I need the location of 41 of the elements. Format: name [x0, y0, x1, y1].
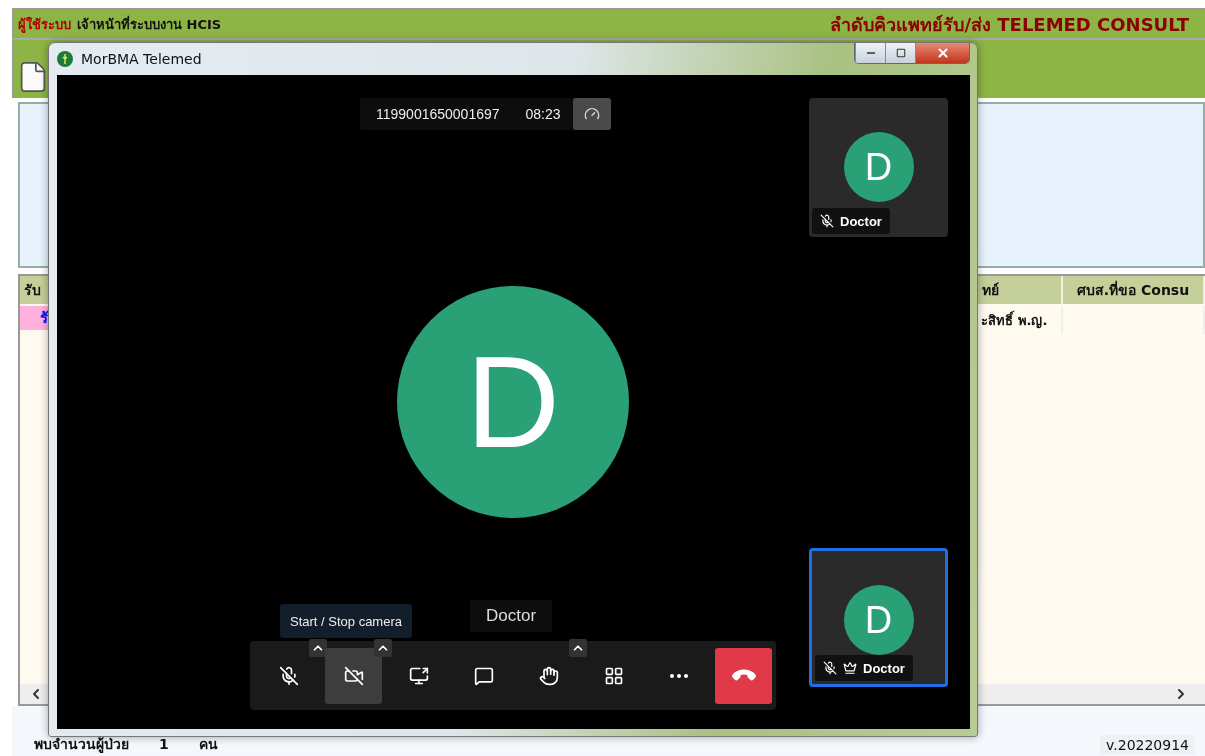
call-timer: 08:23: [525, 106, 561, 122]
participant-name: Doctor: [863, 660, 905, 676]
tooltip: Start / Stop camera: [280, 604, 412, 638]
connection-quality-button[interactable]: [572, 98, 611, 130]
maximize-button[interactable]: [885, 43, 915, 63]
close-icon: [935, 46, 950, 60]
user-label: ผู้ใช้ระบบ: [18, 16, 71, 32]
app-logo-icon: [57, 51, 73, 67]
camera-button[interactable]: [325, 647, 382, 704]
column-header: ศบส.ที่ขอ Consu: [1063, 276, 1205, 304]
screen-share-icon: [408, 665, 429, 686]
table-cell: รั: [20, 306, 50, 330]
count-unit: คน: [198, 736, 218, 752]
mic-off-icon: [278, 665, 299, 686]
participant-tile[interactable]: D Doctor: [809, 548, 948, 687]
window-title: MorBMA Telemed: [81, 51, 202, 67]
patient-count-label: พบจำนวนผู้ป่วย: [34, 736, 129, 752]
more-icon: [669, 673, 688, 678]
caret-icon[interactable]: [309, 638, 327, 657]
user-name: เจ้าหน้าที่ระบบงาน HCIS: [77, 16, 222, 32]
participant-name: Doctor: [840, 213, 882, 229]
hand-icon: [538, 665, 559, 686]
camera-off-icon: [343, 665, 364, 686]
page-title: ลำดับคิวแพทย์รับ/ส่ง TELEMED CONSULT: [830, 12, 1189, 37]
participant-tile[interactable]: D Doctor: [809, 98, 948, 237]
version-label: v.20220914: [1100, 735, 1195, 755]
patient-count: 1: [159, 736, 169, 752]
caret-icon[interactable]: [569, 638, 587, 657]
participant-avatar: D: [397, 286, 629, 518]
participant-avatar: D: [843, 132, 914, 202]
maximize-icon: [895, 48, 906, 58]
hang-up-button[interactable]: [715, 647, 772, 704]
speaker-name: Doctor: [470, 600, 553, 632]
meeting-id: 1199001650001697: [376, 106, 500, 122]
minimize-button[interactable]: [855, 43, 885, 63]
chat-icon: [473, 665, 494, 686]
close-button[interactable]: [915, 43, 969, 63]
caret-icon[interactable]: [374, 638, 392, 657]
grid-icon: [603, 665, 624, 686]
participant-avatar: D: [843, 585, 914, 655]
gauge-icon: [583, 106, 600, 122]
